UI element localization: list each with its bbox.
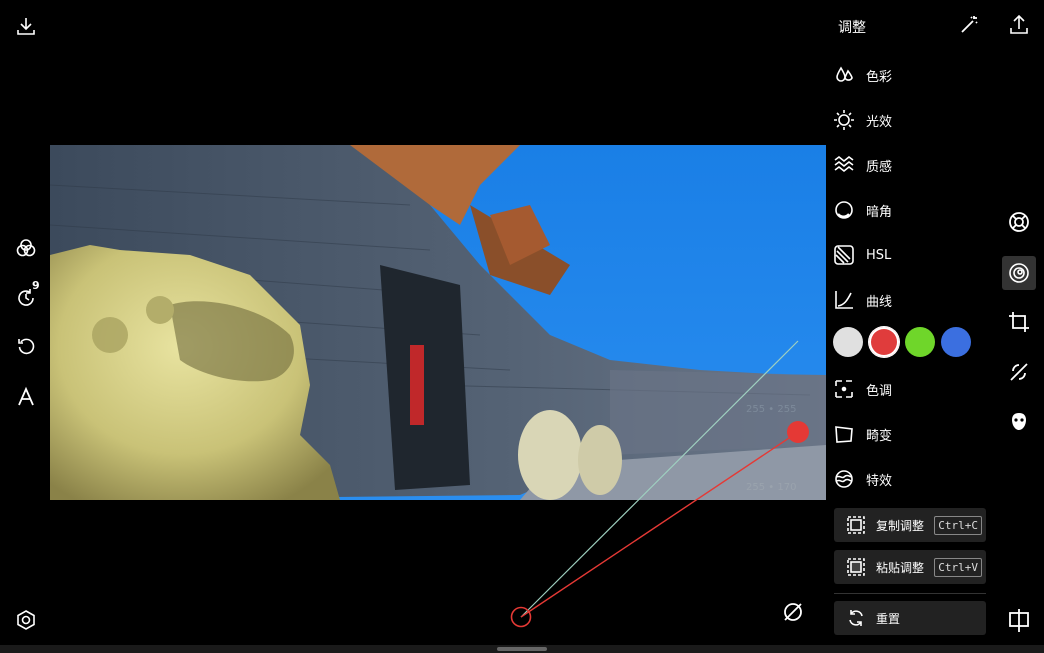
tone-icon	[832, 377, 856, 401]
distort-icon	[832, 422, 856, 446]
menu-effects[interactable]: 特效	[832, 464, 992, 494]
panel-divider	[834, 593, 986, 594]
swatch-rgb[interactable]	[833, 327, 863, 357]
adjust-tool-icon[interactable]	[1002, 256, 1036, 290]
undo-icon[interactable]	[12, 333, 40, 361]
magic-wand-icon[interactable]	[955, 11, 983, 39]
sun-icon	[832, 108, 856, 132]
healing-icon[interactable]	[1004, 357, 1034, 387]
swatch-blue[interactable]	[941, 327, 971, 357]
curve-readout-top: 255 • 255	[746, 404, 797, 415]
menu-distort[interactable]: 畸变	[832, 419, 992, 449]
hsl-icon	[832, 243, 856, 267]
paste-adjust-button[interactable]: 粘贴调整 Ctrl+V	[834, 550, 986, 584]
paste-adjust-label: 粘贴调整	[876, 560, 925, 575]
crop-icon[interactable]	[1004, 307, 1034, 337]
filters-icon[interactable]	[12, 234, 40, 262]
lifebuoy-icon[interactable]	[1004, 207, 1034, 237]
edited-photo[interactable]	[50, 145, 826, 500]
history-badge: 9	[32, 279, 40, 292]
curve-handle[interactable]	[787, 421, 809, 443]
swatch-green[interactable]	[905, 327, 935, 357]
waves-icon	[832, 153, 856, 177]
copy-adjust-button[interactable]: 复制调整 Ctrl+C	[834, 508, 986, 542]
reset-label: 重置	[876, 611, 901, 626]
menu-light-label: 光效	[866, 114, 893, 130]
curve-icon	[832, 288, 856, 312]
download-icon[interactable]	[12, 12, 40, 40]
face-mask-icon[interactable]	[1004, 407, 1034, 437]
copy-shortcut: Ctrl+C	[934, 515, 982, 535]
swatch-red[interactable]	[869, 327, 899, 357]
settings-icon[interactable]	[12, 606, 40, 634]
curve-origin-handle[interactable]	[511, 607, 531, 627]
menu-vignette-label: 暗角	[866, 204, 893, 220]
menu-light[interactable]: 光效	[832, 105, 992, 135]
compare-icon[interactable]	[1004, 604, 1034, 634]
menu-hsl-label: HSL	[866, 247, 892, 263]
menu-texture-label: 质感	[866, 159, 893, 175]
menu-hsl[interactable]: HSL	[832, 240, 992, 270]
menu-color[interactable]: 色彩	[832, 60, 992, 90]
menu-vignette[interactable]: 暗角	[832, 195, 992, 225]
menu-curve-label: 曲线	[866, 294, 893, 310]
menu-distort-label: 畸变	[866, 428, 893, 444]
share-icon[interactable]	[1005, 11, 1033, 39]
curve-readout-bottom: 255 • 170	[746, 482, 797, 493]
menu-color-label: 色彩	[866, 69, 893, 85]
panel-title: 调整	[838, 20, 866, 36]
copy-adjust-label: 复制调整	[876, 518, 925, 533]
vignette-icon	[832, 198, 856, 222]
text-icon[interactable]	[12, 383, 40, 411]
paste-shortcut: Ctrl+V	[934, 557, 982, 577]
drops-icon	[832, 63, 856, 87]
menu-tone[interactable]: 色调	[832, 374, 992, 404]
menu-texture[interactable]: 质感	[832, 150, 992, 180]
reset-button[interactable]: 重置	[834, 601, 986, 635]
refresh-icon	[844, 606, 868, 630]
paste-icon	[844, 555, 868, 579]
drag-handle[interactable]	[497, 647, 547, 651]
copy-icon	[844, 513, 868, 537]
effects-icon	[832, 467, 856, 491]
none-icon[interactable]	[779, 598, 807, 626]
menu-tone-label: 色调	[866, 383, 893, 399]
menu-effects-label: 特效	[866, 473, 893, 489]
menu-curve[interactable]: 曲线	[832, 285, 992, 315]
